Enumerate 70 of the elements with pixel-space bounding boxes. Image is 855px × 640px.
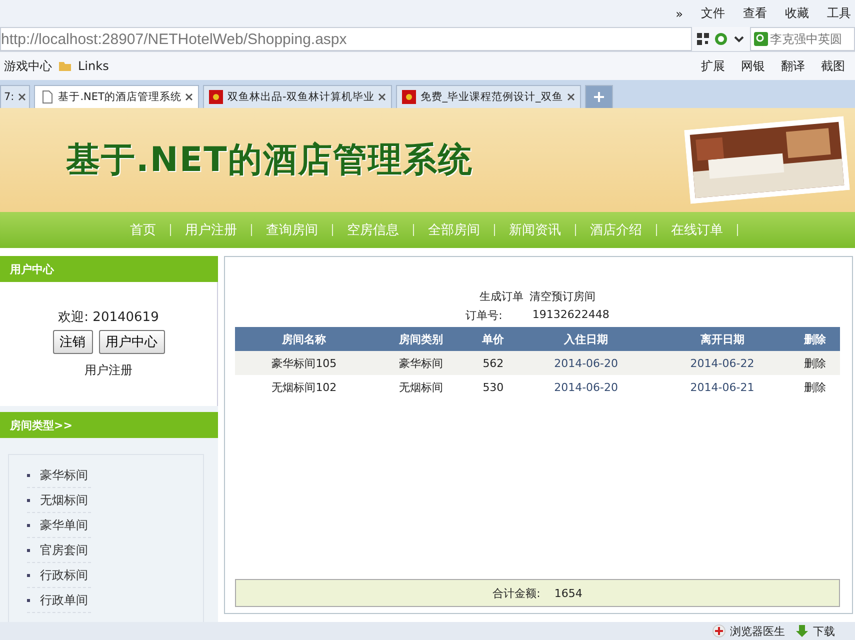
column-header: 单价 xyxy=(468,327,518,351)
close-icon[interactable] xyxy=(18,93,26,101)
page-icon xyxy=(40,90,54,104)
column-header: 入住日期 xyxy=(518,327,654,351)
browser-tab[interactable]: 基于.NET的酒店管理系统 xyxy=(34,85,200,108)
table-cell: 2014-06-20 xyxy=(518,351,654,375)
close-icon[interactable] xyxy=(185,93,194,101)
room-type-link[interactable]: 官房套间 xyxy=(40,542,88,558)
delete-link[interactable]: 删除 xyxy=(790,351,840,375)
bookmark[interactable]: Links xyxy=(78,59,109,73)
site-favicon-icon xyxy=(209,90,224,104)
column-header: 房间名称 xyxy=(235,327,374,351)
qr-icon[interactable] xyxy=(696,32,710,46)
site-favicon-icon xyxy=(402,90,416,104)
table-cell: 2014-06-20 xyxy=(518,375,654,399)
status-item[interactable]: 下载 xyxy=(813,624,835,638)
toolbar-item[interactable]: 网银 xyxy=(741,58,765,74)
form-button[interactable]: 用户中心 xyxy=(98,330,164,354)
order-number: 19132622448 xyxy=(532,308,610,323)
column-header: 房间类别 xyxy=(373,327,468,351)
column-header: 离开日期 xyxy=(654,327,790,351)
menu-item[interactable]: 收藏 xyxy=(785,5,809,22)
folder-icon xyxy=(58,59,72,73)
table-cell: 562 xyxy=(468,351,518,375)
register-link[interactable]: 用户注册 xyxy=(84,362,132,379)
table-cell: 无烟标间 xyxy=(373,375,468,399)
panel-header: 房间类型>> xyxy=(0,412,218,438)
bookmark[interactable]: 游戏中心 xyxy=(4,58,52,74)
status-item[interactable]: 浏览器医生 xyxy=(730,624,785,638)
table-cell: 530 xyxy=(468,375,518,399)
table-cell: 无烟标间102 xyxy=(235,375,374,399)
room-type-link[interactable]: 豪华标间 xyxy=(40,466,88,484)
new-tab-button[interactable] xyxy=(584,85,613,108)
form-button[interactable]: 注销 xyxy=(52,330,92,354)
table-cell: 2014-06-21 xyxy=(654,375,790,399)
panel-header: 用户中心 xyxy=(0,256,218,282)
order-label: 订单号: xyxy=(466,308,502,323)
room-type-link[interactable]: 行政单间 xyxy=(40,592,88,608)
action-link[interactable]: 清空预订房间 xyxy=(530,289,596,304)
menu-item[interactable]: 文件 xyxy=(701,5,725,22)
close-icon[interactable] xyxy=(378,93,386,101)
toolbar-item[interactable]: 翻译 xyxy=(781,58,805,74)
total-value: 1654 xyxy=(554,586,582,600)
plus-icon xyxy=(594,92,604,102)
search-icon[interactable] xyxy=(754,32,768,46)
room-type-link[interactable]: 豪华单间 xyxy=(40,516,88,534)
room-type-link[interactable]: 行政标间 xyxy=(40,566,88,584)
address-field[interactable]: http://localhost:28907/NETHotelWeb/Shopping.aspx xyxy=(0,27,692,51)
table-cell: 豪华标间 xyxy=(373,351,468,375)
toolbar-item[interactable]: 截图 xyxy=(821,58,845,74)
download-icon xyxy=(795,624,809,638)
browser-tab[interactable]: 7: xyxy=(0,85,30,108)
browser-logo-icon[interactable] xyxy=(714,32,728,46)
site-title: 基于.NET的酒店管理系统 xyxy=(66,139,473,182)
browser-tab[interactable]: 免费_毕业课程范例设计_双鱼 xyxy=(396,85,581,108)
close-icon[interactable] xyxy=(566,93,575,101)
browser-tab[interactable]: 双鱼林出品-双鱼林计算机毕业 xyxy=(203,85,392,108)
table-cell: 豪华标间105 xyxy=(235,351,374,375)
toolbar-item[interactable]: 扩展 xyxy=(701,58,725,74)
total-label: 合计金额: xyxy=(492,586,540,600)
delete-link[interactable]: 删除 xyxy=(790,375,840,399)
column-header: 删除 xyxy=(790,327,840,351)
menu-item[interactable]: » xyxy=(676,6,683,20)
room-type-link[interactable]: 无烟标间 xyxy=(40,492,88,508)
welcome-text: 欢迎: 20140619 xyxy=(58,309,159,326)
search-field[interactable]: 李克强中英圆 xyxy=(750,27,855,51)
action-link[interactable]: 生成订单 xyxy=(480,289,524,304)
menu-item[interactable]: 查看 xyxy=(743,5,767,22)
table-cell: 2014-06-22 xyxy=(654,351,790,375)
menu-item[interactable]: 工具 xyxy=(827,5,851,22)
